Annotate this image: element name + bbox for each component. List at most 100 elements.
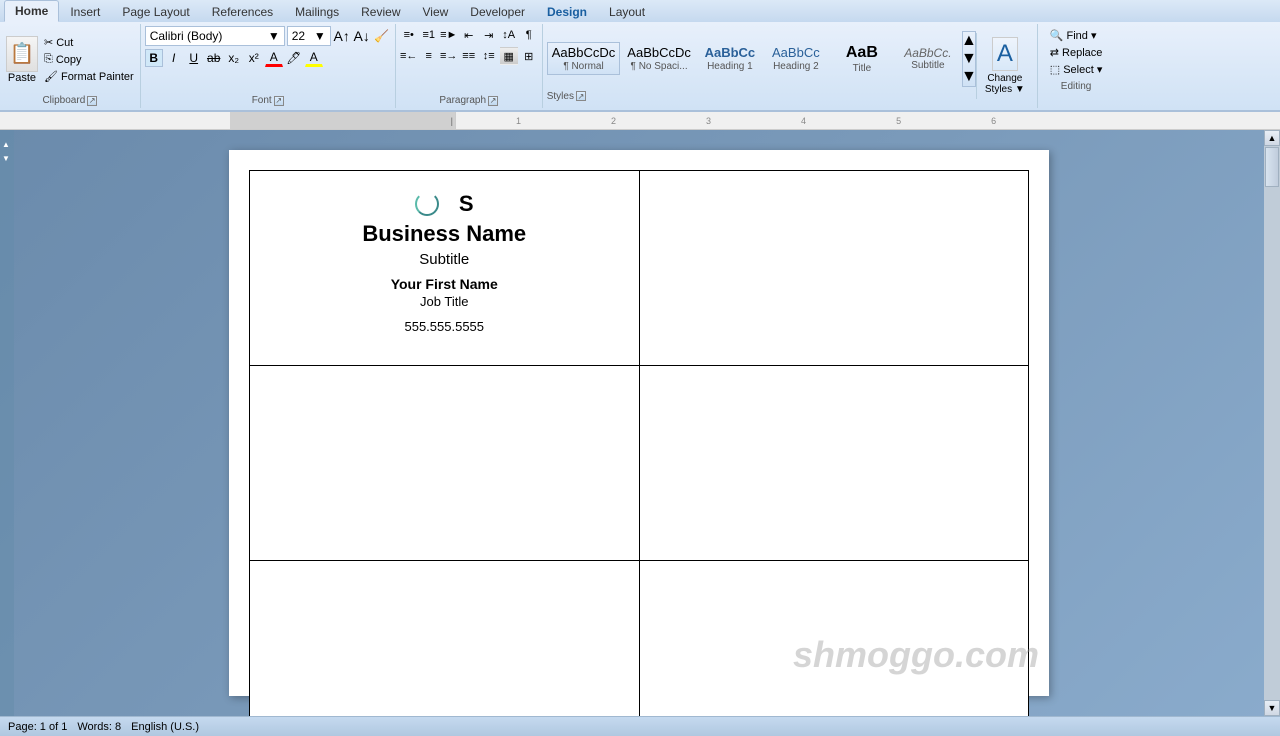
ruler-mark5: 5 (896, 116, 901, 126)
styles-more: ▼ (961, 68, 977, 86)
style-normal-label: ¶ Normal (563, 61, 603, 72)
decrease-font-button[interactable]: A↓ (353, 27, 371, 45)
bullet-list-button[interactable]: ≡• (400, 26, 418, 44)
tab-home[interactable]: Home (4, 0, 59, 22)
cut-button[interactable]: ✂ Cut (42, 35, 136, 50)
copy-button[interactable]: ⎘ Copy (42, 52, 136, 67)
clear-format-button[interactable]: 🧹 (373, 27, 391, 45)
scroll-down-button[interactable]: ▼ (1264, 700, 1280, 716)
tab-page-layout[interactable]: Page Layout (111, 1, 200, 22)
styles-label: Styles (547, 91, 574, 102)
tab-layout[interactable]: Layout (598, 1, 656, 22)
scroll-track[interactable] (1264, 146, 1280, 700)
subscript-button[interactable]: x₂ (225, 49, 243, 67)
card-cell-top-left[interactable]: S Business Name Subtitle Your First Name… (250, 171, 640, 366)
list-row: ≡• ≡1 ≡► ⇤ ⇥ ↕A ¶ (400, 26, 538, 44)
styles-scroll-up: ▲ (961, 32, 977, 50)
clipboard-small-btns: ✂ Cut ⎘ Copy 🖌 Format Painter (42, 35, 136, 84)
change-styles-button[interactable]: A ChangeStyles ▼ (976, 33, 1033, 99)
decrease-indent-button[interactable]: ⇤ (460, 26, 478, 44)
ruler-mark3: 3 (706, 116, 711, 126)
sidebar-nav-up[interactable]: ▲ (2, 140, 12, 150)
show-formatting-button[interactable]: ¶ (520, 26, 538, 44)
strikethrough-button[interactable]: ab (205, 49, 223, 67)
font-name-dropdown[interactable]: Calibri (Body) ▼ (145, 26, 285, 46)
left-sidebar: ▲ ▼ (0, 130, 14, 716)
bold-button[interactable]: B (145, 49, 163, 67)
tab-review[interactable]: Review (350, 1, 411, 22)
tab-mailings[interactable]: Mailings (284, 1, 350, 22)
card-row-1: S Business Name Subtitle Your First Name… (250, 171, 1029, 366)
scroll-thumb[interactable] (1265, 147, 1279, 187)
numbered-list-button[interactable]: ≡1 (420, 26, 438, 44)
style-normal[interactable]: AaBbCcDc ¶ Normal (547, 42, 621, 75)
styles-expand[interactable]: ↗ (576, 91, 586, 101)
sidebar-nav-down[interactable]: ▼ (2, 154, 12, 164)
paste-label: Paste (8, 72, 36, 84)
clipboard-expand[interactable]: ↗ (87, 96, 97, 106)
font-expand[interactable]: ↗ (274, 96, 284, 106)
highlight-button[interactable]: 🖊 (285, 49, 303, 67)
change-styles-label: ChangeStyles ▼ (985, 73, 1025, 95)
style-subtitle[interactable]: AaBbCc. Subtitle (896, 43, 960, 74)
circle-logo-icon (415, 192, 439, 216)
align-left-button[interactable]: ≡← (400, 47, 418, 65)
style-heading2[interactable]: AaBbCc Heading 2 (764, 42, 828, 75)
style-subtitle-label: Subtitle (911, 60, 944, 71)
tab-insert[interactable]: Insert (59, 1, 111, 22)
style-heading1[interactable]: AaBbCc Heading 1 (698, 42, 762, 75)
underline-button[interactable]: U (185, 49, 203, 67)
select-icon: ⬚ (1050, 63, 1060, 76)
multilevel-list-button[interactable]: ≡► (440, 26, 458, 44)
border-button[interactable]: ⊞ (520, 47, 538, 65)
format-painter-button[interactable]: 🖌 Format Painter (42, 69, 136, 84)
line-spacing-button[interactable]: ↕≡ (480, 47, 498, 65)
change-styles-icon: A (992, 37, 1018, 71)
select-button[interactable]: ⬚ Select ▾ (1048, 62, 1105, 77)
style-no-spacing[interactable]: AaBbCcDc ¶ No Spaci... (622, 42, 696, 75)
card-cell-bottom-right[interactable] (639, 561, 1029, 717)
sort-button[interactable]: ↕A (500, 26, 518, 44)
paragraph-label: Paragraph (439, 95, 486, 106)
increase-indent-button[interactable]: ⇥ (480, 26, 498, 44)
card-phone: 555.555.5555 (266, 319, 623, 334)
text-highlight-button[interactable]: A (305, 49, 323, 67)
ruler-left-margin: | (451, 116, 453, 126)
editing-group: 🔍 Find ▾ ⇄ Replace ⬚ Select ▾ Editing (1038, 24, 1115, 108)
card-cell-mid-right[interactable] (639, 366, 1029, 561)
language: English (U.S.) (131, 721, 199, 733)
paste-button[interactable]: 📋 Paste (4, 34, 40, 86)
tab-view[interactable]: View (412, 1, 460, 22)
tab-design[interactable]: Design (536, 1, 598, 22)
shading-button[interactable]: ▦ (500, 47, 518, 65)
tab-references[interactable]: References (201, 1, 284, 22)
styles-scroll[interactable]: ▲ ▼ ▼ (962, 31, 976, 87)
align-right-button[interactable]: ≡→ (440, 47, 458, 65)
card-subtitle: Subtitle (266, 251, 623, 268)
superscript-button[interactable]: x² (245, 49, 263, 67)
increase-font-button[interactable]: A↑ (333, 27, 351, 45)
replace-button[interactable]: ⇄ Replace (1048, 45, 1105, 60)
justify-button[interactable]: ≡≡ (460, 47, 478, 65)
paragraph-expand[interactable]: ↗ (488, 96, 498, 106)
style-heading2-label: Heading 2 (773, 61, 819, 72)
card-cell-top-right[interactable] (639, 171, 1029, 366)
font-size-dropdown[interactable]: 22 ▼ (287, 26, 331, 46)
italic-button[interactable]: I (165, 49, 183, 67)
size-dropdown-arrow: ▼ (314, 29, 326, 43)
right-scrollbar: ▲ ▼ (1264, 130, 1280, 716)
find-button[interactable]: 🔍 Find ▾ (1048, 28, 1105, 43)
document-area: ▲ ▼ S Business Name Subtitle (0, 130, 1280, 716)
clipboard-label: Clipboard (42, 95, 85, 106)
style-title[interactable]: AaB Title (830, 40, 894, 76)
tab-developer[interactable]: Developer (459, 1, 536, 22)
ruler-mark4: 4 (801, 116, 806, 126)
scroll-up-button[interactable]: ▲ (1264, 130, 1280, 146)
clipboard-group: 📋 Paste ✂ Cut ⎘ Copy 🖌 Format Painter C (0, 24, 141, 108)
card-cell-mid-left[interactable] (250, 366, 640, 561)
card-row-2 (250, 366, 1029, 561)
card-cell-bottom-left[interactable] (250, 561, 640, 717)
align-row: ≡← ≡ ≡→ ≡≡ ↕≡ ▦ ⊞ (400, 47, 538, 65)
align-center-button[interactable]: ≡ (420, 47, 438, 65)
font-color-button[interactable]: A (265, 49, 283, 67)
